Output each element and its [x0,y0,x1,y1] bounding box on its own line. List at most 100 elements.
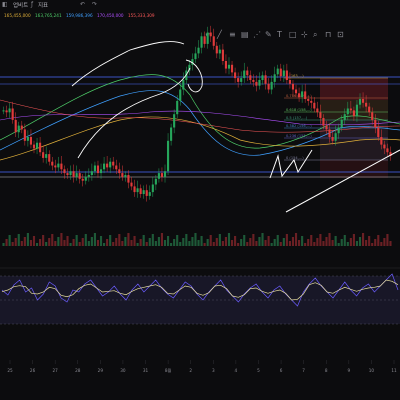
candle-body [32,144,36,149]
candle-body [75,173,78,177]
volume-bar [227,233,231,246]
zigzag-pattern[interactable] [269,149,313,179]
candle-body [352,110,355,117]
volume-bar [307,239,310,246]
volume-bar [185,234,188,246]
drawing-curve-bottom[interactable] [77,67,191,159]
volume-bar [218,234,221,246]
candle-body [301,91,304,98]
candle-body [304,91,307,99]
candle-body [26,137,29,141]
volume-bar [124,237,127,246]
volume-bar [145,242,148,246]
volume-bar [63,240,66,246]
candle-body [212,36,215,46]
volume-bar [209,235,212,246]
volume-bar [273,239,276,246]
volume-bar [304,243,307,246]
candle-body [383,144,386,149]
x-tick-label: 28 [75,368,81,373]
candle-body [215,45,218,54]
volume-bar [188,241,191,246]
volume-bar [163,240,167,246]
candle-body [51,161,54,166]
volume-bar [2,243,5,246]
volume-bar [316,238,319,246]
candle-body [209,32,212,37]
volume-bar [206,239,209,246]
volume-bar [212,242,215,246]
candle-body [355,104,359,117]
candle-body [282,70,285,77]
candle-body [294,89,298,94]
volume-bar [301,236,304,246]
volume-bar [234,236,237,246]
x-tick-label: 9 [347,368,350,373]
volume-bar [170,243,173,246]
candle-body [276,68,279,75]
candle-body [121,173,124,177]
candle-body [2,110,5,112]
volume-bar [255,241,258,246]
candle-body [99,169,103,174]
volume-bar [352,234,355,246]
candle-body [334,133,337,141]
volume-bar [197,240,200,246]
volume-bar [32,236,36,246]
volume-bar [322,241,325,246]
fib-label: 0.5 (157,...) [286,116,308,120]
volume-bar [103,243,106,246]
x-tick-label: 3 [212,368,215,373]
volume-bar [252,234,255,246]
x-tick-label: 26 [30,368,36,373]
volume-bar [224,237,228,246]
fib-zone-low [320,120,388,160]
drawing-curve-top[interactable] [71,41,185,87]
x-tick-label: 6 [280,368,283,373]
x-axis: 25 26 27 28 29 30 31 8월 2 3 4 5 6 7 8 9 10 11 [7,360,397,374]
drawing-ellipse[interactable] [185,59,203,93]
volume-bar [139,239,142,246]
x-tick-label: 25 [7,368,13,373]
candle-body [106,163,109,168]
volume-bar [112,242,115,246]
candle-body [234,72,237,79]
x-tick-label: 7 [302,368,305,373]
candle-body [35,142,39,149]
candle-body [5,110,8,113]
volume-bar [194,233,197,246]
volume-bar [115,238,118,246]
volume-bar [334,236,337,246]
candle-body [103,163,106,170]
candle-body [42,152,45,158]
volume-bar [264,240,267,246]
volume-bar [246,242,249,246]
volume-bar [310,235,313,246]
price-chart[interactable]: 1 (163,...)0.786 (159,...)0.618 (158,...… [0,0,400,400]
candle-body [60,163,63,170]
volume-bar [93,233,96,246]
candle-body [176,100,179,115]
volume-bar [45,242,48,246]
x-tick-label: 10 [369,368,375,373]
volume-bar [230,240,234,246]
candle-body [371,112,374,120]
candle-body [170,127,173,141]
candle-body [200,36,203,48]
candle-body [337,127,340,134]
volume-bar [84,234,87,246]
volume-bar [288,241,291,246]
candle-body [279,68,282,77]
volume-bar [26,233,29,246]
candle-body [118,169,121,174]
candle-body [84,176,87,181]
volume-bar [106,239,109,246]
volume-bar [48,238,51,246]
candle-body [130,182,133,187]
volume-bar [337,243,340,246]
volume-bar [383,238,386,246]
candle-body [240,78,243,82]
candle-body [361,99,365,103]
volume-bar [69,243,72,246]
volume-bar [20,241,23,246]
